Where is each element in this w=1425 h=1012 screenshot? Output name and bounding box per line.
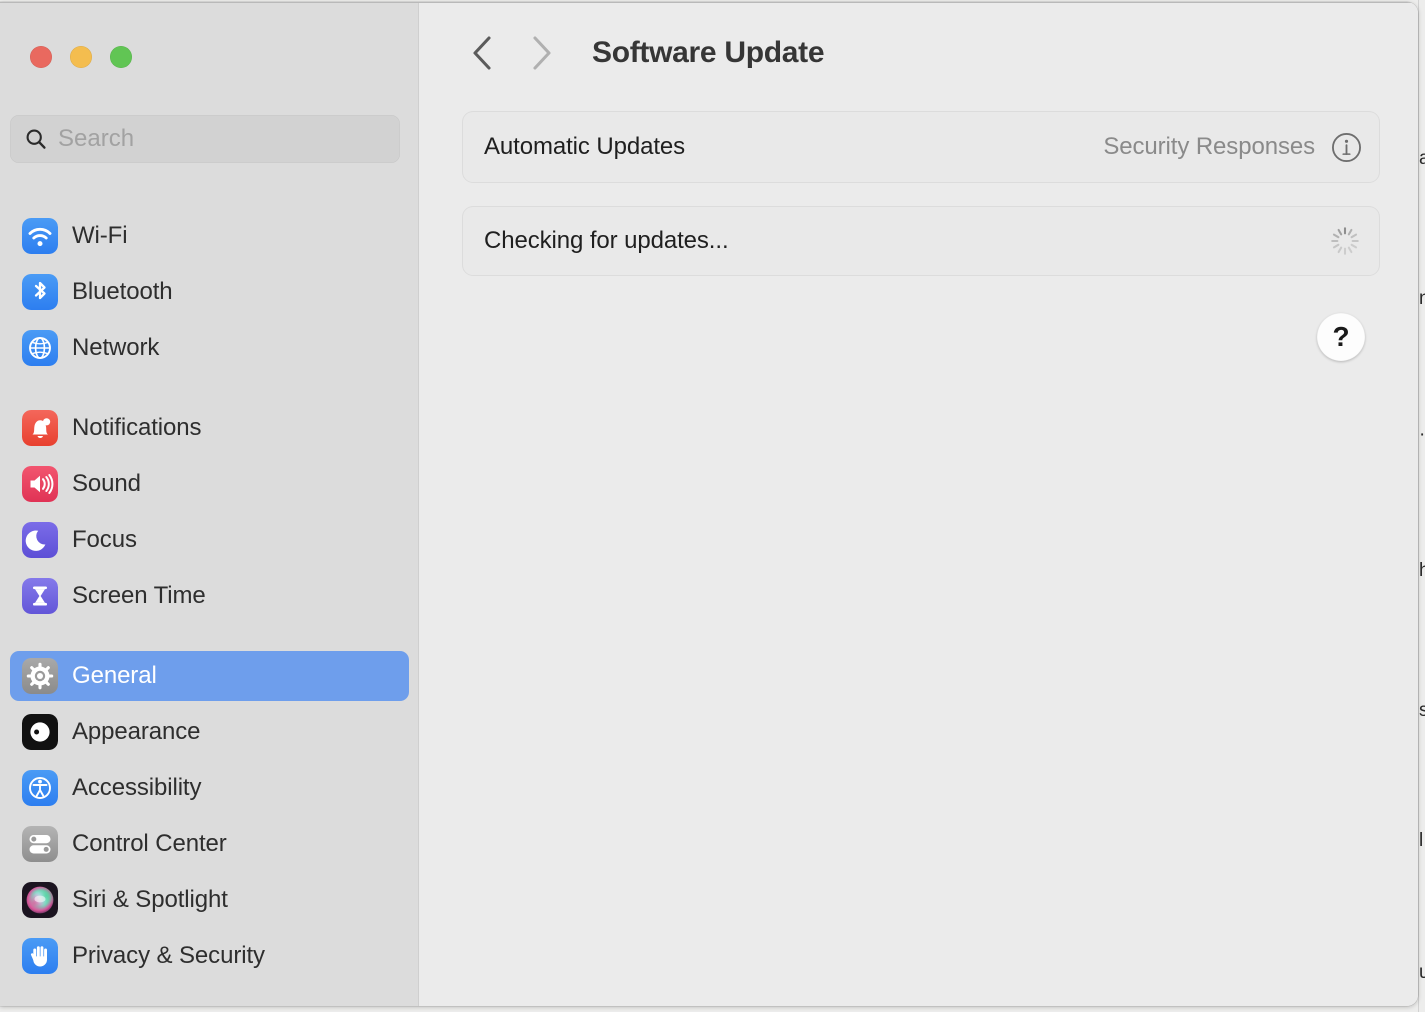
sidebar-group-separator xyxy=(0,379,419,403)
sidebar-item-accessibility[interactable]: Accessibility xyxy=(10,763,409,813)
sidebar-group: Wi-Fi Bluetooth Network xyxy=(0,211,419,373)
help-button-label: ? xyxy=(1332,321,1349,353)
sidebar-item-label: Control Center xyxy=(72,830,227,858)
progress-spinner-icon xyxy=(1328,224,1362,258)
sidebar-item-sound[interactable]: Sound xyxy=(10,459,409,509)
sidebar: Wi-Fi Bluetooth Network xyxy=(0,3,419,1006)
sidebar-item-label: Siri & Spotlight xyxy=(72,886,228,914)
bluetooth-icon xyxy=(22,274,58,310)
background-text-fragment: · xyxy=(1419,424,1425,446)
info-circle-icon[interactable] xyxy=(1331,132,1362,163)
toolbar: Software Update xyxy=(420,3,1418,103)
close-button[interactable] xyxy=(30,46,52,68)
notifications-bell-icon xyxy=(22,410,58,446)
sound-speaker-icon xyxy=(22,466,58,502)
help-button[interactable]: ? xyxy=(1317,313,1365,361)
background-text-fragment: n xyxy=(1419,288,1425,310)
sidebar-item-network[interactable]: Network xyxy=(10,323,409,373)
sidebar-group: General Appearance Accessibility xyxy=(0,651,419,981)
automatic-updates-label: Automatic Updates xyxy=(484,133,685,161)
automatic-updates-accessories: Security Responses xyxy=(1103,132,1362,163)
content-pane: Software Update Automatic Updates Securi… xyxy=(420,3,1418,1006)
privacy-hand-icon xyxy=(22,938,58,974)
background-text-fragment: a xyxy=(1419,148,1425,170)
sidebar-item-screen-time[interactable]: Screen Time xyxy=(10,571,409,621)
search-field[interactable] xyxy=(10,115,400,163)
sidebar-group-separator xyxy=(0,627,419,651)
chevron-right-icon xyxy=(528,34,554,72)
sidebar-item-label: Accessibility xyxy=(72,774,201,802)
back-button[interactable] xyxy=(460,30,506,76)
wifi-icon xyxy=(22,218,58,254)
automatic-updates-row[interactable]: Automatic Updates Security Responses xyxy=(462,111,1380,183)
accessibility-icon xyxy=(22,770,58,806)
control-center-toggles-icon xyxy=(22,826,58,862)
sidebar-item-focus[interactable]: Focus xyxy=(10,515,409,565)
checking-for-updates-row: Checking for updates... xyxy=(462,206,1380,276)
search-icon xyxy=(24,127,48,151)
sidebar-item-appearance[interactable]: Appearance xyxy=(10,707,409,757)
minimize-button[interactable] xyxy=(70,46,92,68)
sidebar-item-siri-spotlight[interactable]: Siri & Spotlight xyxy=(10,875,409,925)
sidebar-item-control-center[interactable]: Control Center xyxy=(10,819,409,869)
screen-time-hourglass-icon xyxy=(22,578,58,614)
sidebar-item-label: Bluetooth xyxy=(72,278,173,306)
sidebar-nav: Wi-Fi Bluetooth Network xyxy=(0,211,419,987)
sidebar-item-bluetooth[interactable]: Bluetooth xyxy=(10,267,409,317)
maximize-button[interactable] xyxy=(110,46,132,68)
background-text-fragment: u xyxy=(1419,962,1425,984)
sidebar-item-label: Wi-Fi xyxy=(72,222,127,250)
sidebar-item-label: Appearance xyxy=(72,718,200,746)
focus-moon-icon xyxy=(22,522,58,558)
general-gear-icon xyxy=(22,658,58,694)
background-text-fragment: l xyxy=(1419,830,1425,852)
page-title: Software Update xyxy=(592,36,824,70)
forward-button[interactable] xyxy=(518,30,564,76)
security-responses-value: Security Responses xyxy=(1103,133,1315,161)
sidebar-group: Notifications Sound Focus xyxy=(0,403,419,621)
sidebar-item-wi-fi[interactable]: Wi-Fi xyxy=(10,211,409,261)
checking-accessories xyxy=(1328,224,1362,258)
sidebar-item-label: Focus xyxy=(72,526,137,554)
background-text-fragment: s xyxy=(1419,700,1425,722)
chevron-left-icon xyxy=(470,34,496,72)
search-input[interactable] xyxy=(58,125,378,153)
sidebar-item-notifications[interactable]: Notifications xyxy=(10,403,409,453)
appearance-circle-icon xyxy=(22,714,58,750)
sidebar-item-label: General xyxy=(72,662,157,690)
sidebar-item-label: Network xyxy=(72,334,159,362)
network-globe-icon xyxy=(22,330,58,366)
sidebar-item-privacy-security[interactable]: Privacy & Security xyxy=(10,931,409,981)
siri-orb-icon xyxy=(22,882,58,918)
sidebar-item-general[interactable]: General xyxy=(10,651,409,701)
sidebar-item-label: Sound xyxy=(72,470,141,498)
checking-for-updates-label: Checking for updates... xyxy=(484,227,729,255)
window-controls xyxy=(30,46,132,68)
sidebar-item-label: Screen Time xyxy=(72,582,206,610)
sidebar-item-label: Notifications xyxy=(72,414,201,442)
screen: a n · h s l u xyxy=(0,0,1425,1012)
sidebar-item-label: Privacy & Security xyxy=(72,942,265,970)
background-text-fragment: h xyxy=(1419,560,1425,582)
system-settings-window: Wi-Fi Bluetooth Network xyxy=(0,2,1418,1006)
